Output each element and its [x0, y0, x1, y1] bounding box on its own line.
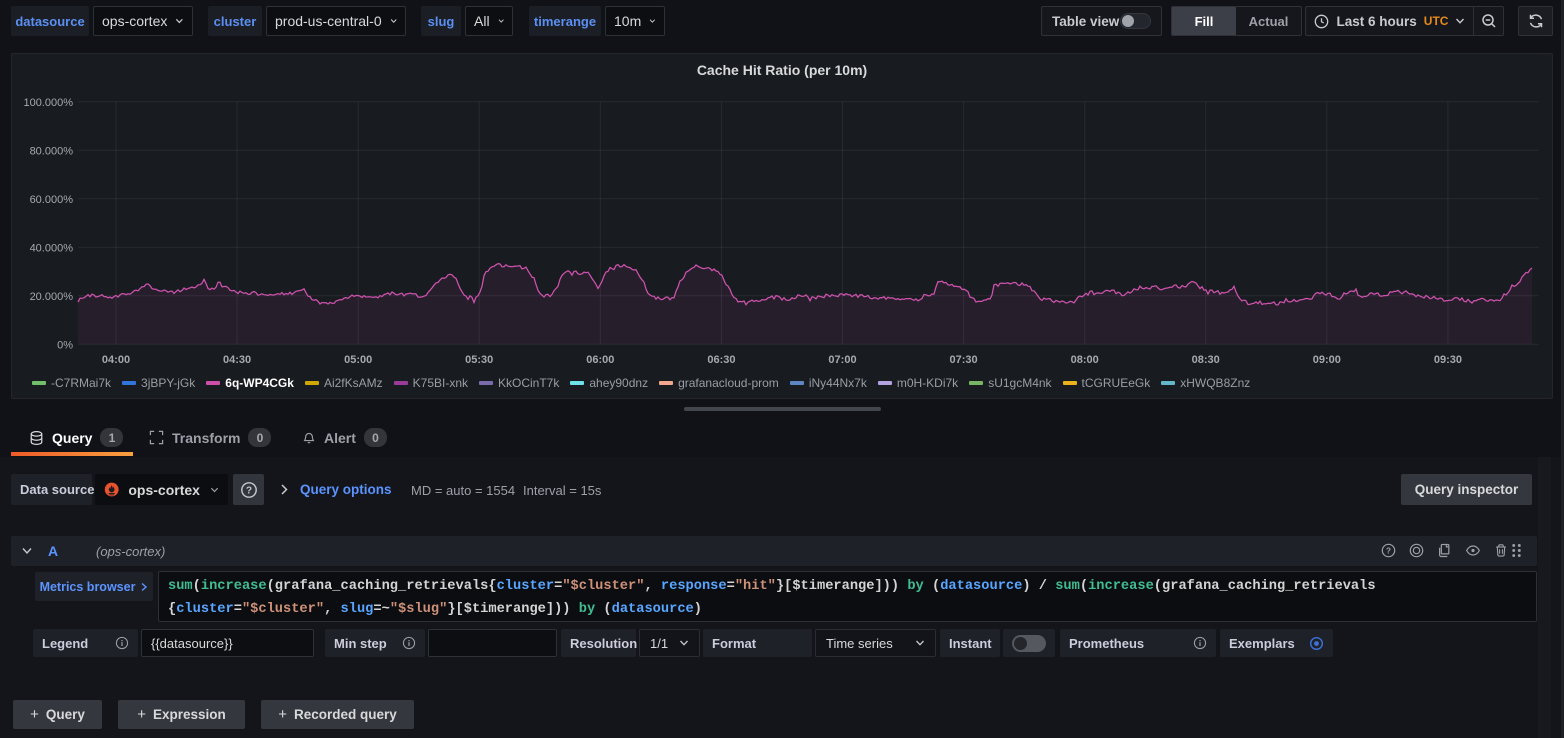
- svg-text:05:30: 05:30: [465, 354, 493, 366]
- svg-text:06:00: 06:00: [586, 354, 614, 366]
- svg-text:04:30: 04:30: [223, 354, 251, 366]
- svg-text:?: ?: [1386, 545, 1391, 555]
- svg-text:07:30: 07:30: [950, 354, 978, 366]
- svg-text:0%: 0%: [57, 339, 73, 351]
- svg-text:?: ?: [245, 485, 251, 496]
- svg-text:80.000%: 80.000%: [30, 145, 74, 157]
- svg-text:05:00: 05:00: [344, 354, 372, 366]
- svg-text:09:00: 09:00: [1313, 354, 1341, 366]
- svg-text:40.000%: 40.000%: [30, 242, 74, 254]
- svg-text:08:30: 08:30: [1192, 354, 1220, 366]
- svg-text:07:00: 07:00: [828, 354, 856, 366]
- svg-text:06:30: 06:30: [707, 354, 735, 366]
- svg-text:09:30: 09:30: [1434, 354, 1462, 366]
- svg-text:100.000%: 100.000%: [23, 97, 73, 109]
- svg-text:04:00: 04:00: [102, 354, 130, 366]
- svg-text:20.000%: 20.000%: [30, 291, 74, 303]
- svg-text:08:00: 08:00: [1071, 354, 1099, 366]
- svg-text:60.000%: 60.000%: [30, 194, 74, 206]
